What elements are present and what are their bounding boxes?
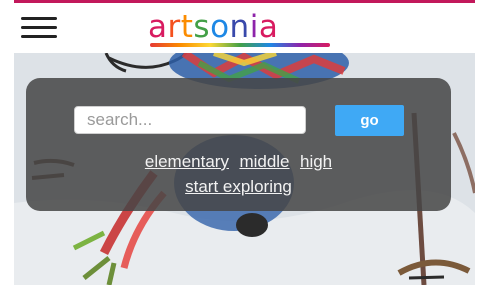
logo-letter: i bbox=[249, 9, 259, 45]
logo-letter: o bbox=[210, 9, 230, 45]
logo-letter: a bbox=[258, 9, 279, 45]
hamburger-menu-icon[interactable] bbox=[21, 17, 57, 39]
search-input[interactable] bbox=[74, 106, 306, 134]
logo-letter: n bbox=[229, 9, 250, 45]
middle-link[interactable]: middle bbox=[239, 152, 289, 171]
elementary-link[interactable]: elementary bbox=[145, 152, 229, 171]
search-panel: go elementary middle high start explorin… bbox=[26, 78, 451, 211]
logo-letter: r bbox=[167, 9, 181, 45]
logo-letter: t bbox=[180, 9, 194, 45]
go-button[interactable]: go bbox=[335, 105, 404, 136]
site-header: artsonia bbox=[0, 3, 479, 53]
logo-letter: a bbox=[148, 9, 168, 45]
high-link[interactable]: high bbox=[300, 152, 332, 171]
artsonia-logo[interactable]: artsonia bbox=[148, 7, 278, 47]
logo-letter: s bbox=[193, 9, 211, 45]
logo-rainbow-underline bbox=[150, 43, 330, 47]
school-level-links: elementary middle high bbox=[26, 152, 451, 172]
start-exploring-link[interactable]: start exploring bbox=[185, 177, 292, 196]
explore-link-row: start exploring bbox=[26, 177, 451, 197]
